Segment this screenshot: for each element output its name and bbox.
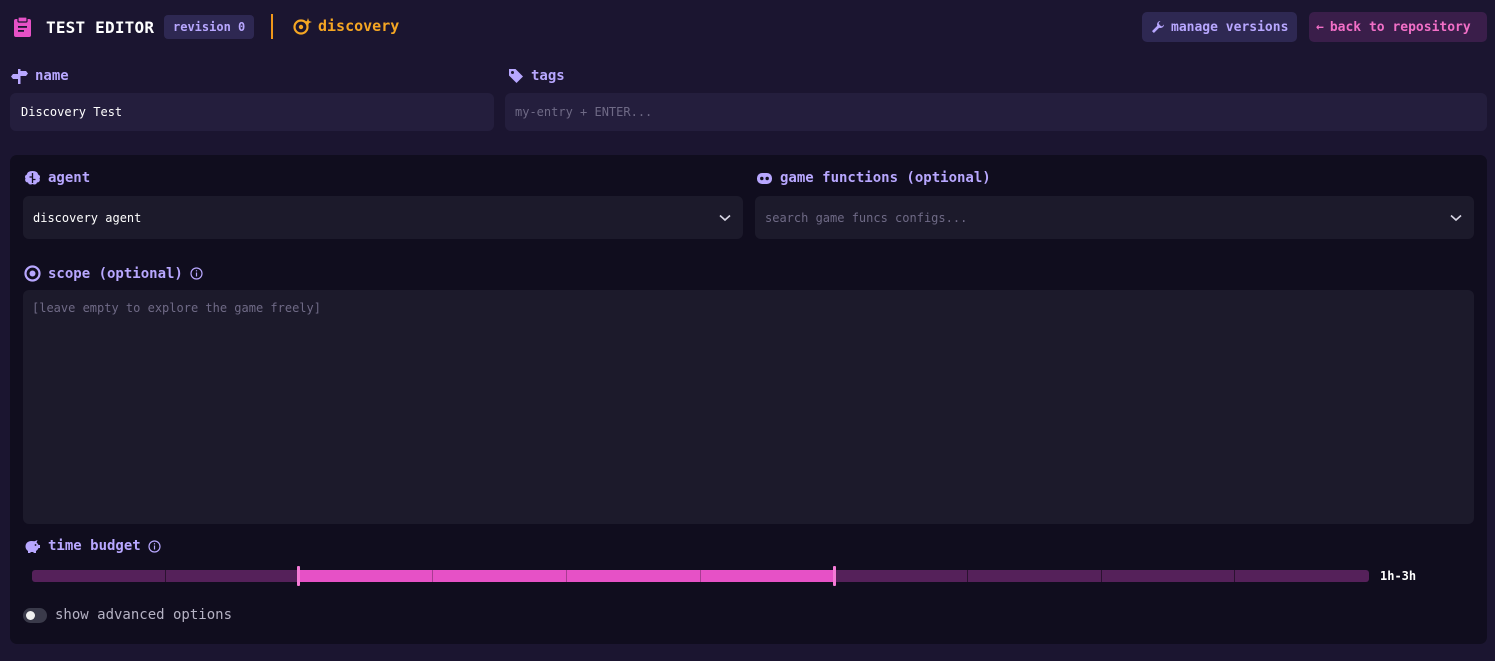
tags-input[interactable]: my-entry + ENTER... xyxy=(505,93,1487,131)
scope-textarea[interactable]: [leave empty to explore the game freely] xyxy=(23,290,1474,524)
target-icon xyxy=(24,265,41,282)
info-icon[interactable] xyxy=(190,267,203,280)
info-icon[interactable] xyxy=(148,539,161,553)
name-field-label: name xyxy=(11,68,69,84)
advanced-options-toggle[interactable] xyxy=(23,608,47,623)
tags-label: tags xyxy=(531,68,565,84)
time-budget-range-label: 1h-3h xyxy=(1380,569,1417,583)
page-title: TEST EDITOR xyxy=(46,18,155,37)
advanced-options-label: show advanced options xyxy=(55,607,233,623)
time-budget-label: time budget xyxy=(48,538,141,554)
header-divider xyxy=(271,14,273,39)
slider-tick xyxy=(432,570,433,582)
slider-tick xyxy=(967,570,968,582)
slider-tick xyxy=(700,570,701,582)
chevron-down-icon xyxy=(1450,214,1462,221)
brain-icon xyxy=(25,171,40,185)
manage-versions-button[interactable]: manage versions xyxy=(1142,12,1297,42)
arrow-left-icon: ← xyxy=(1316,19,1324,35)
clipboard-icon xyxy=(14,16,31,37)
scope-placeholder: [leave empty to explore the game freely] xyxy=(32,301,321,315)
signpost-icon xyxy=(11,68,28,84)
back-to-repository-label: back to repository xyxy=(1329,19,1471,35)
slider-tick xyxy=(1234,570,1235,582)
discovery-icon xyxy=(293,18,312,35)
tags-field-label: tags xyxy=(508,68,565,84)
agent-select[interactable]: discovery agent xyxy=(23,196,743,239)
back-to-repository-button[interactable]: ← back to repository xyxy=(1309,12,1487,42)
slider-tick xyxy=(566,570,567,582)
game-functions-label: game functions (optional) xyxy=(780,170,991,186)
revision-badge: revision 0 xyxy=(164,15,255,39)
game-functions-placeholder: search game funcs configs... xyxy=(765,210,968,225)
scope-field-label: scope (optional) xyxy=(24,265,210,282)
scope-label: scope (optional) xyxy=(48,265,183,282)
toggle-knob xyxy=(26,611,35,620)
time-budget-field-label: time budget xyxy=(24,538,168,554)
manage-versions-label: manage versions xyxy=(1171,19,1289,35)
game-functions-select[interactable]: search game funcs configs... xyxy=(755,196,1474,239)
agent-select-value: discovery agent xyxy=(33,210,142,225)
agent-label: agent xyxy=(48,170,91,186)
time-budget-min-handle[interactable] xyxy=(297,566,300,586)
game-functions-field-label: game functions (optional) xyxy=(756,170,991,186)
slider-tick xyxy=(165,570,166,582)
mode-label: discovery xyxy=(318,17,400,35)
slider-tick xyxy=(1101,570,1102,582)
name-input-value: Discovery Test xyxy=(21,105,123,119)
name-input[interactable]: Discovery Test xyxy=(10,93,494,131)
piggy-bank-icon xyxy=(25,539,40,553)
tags-input-placeholder: my-entry + ENTER... xyxy=(515,105,653,119)
time-budget-max-handle[interactable] xyxy=(833,566,836,586)
name-label: name xyxy=(35,68,69,84)
chevron-down-icon xyxy=(719,214,731,221)
robot-icon xyxy=(757,173,772,184)
agent-field-label: agent xyxy=(24,170,90,186)
tag-icon xyxy=(509,69,523,83)
header-bar: TEST EDITOR revision 0 discovery manage … xyxy=(0,0,1495,56)
wrench-icon xyxy=(1152,21,1164,33)
